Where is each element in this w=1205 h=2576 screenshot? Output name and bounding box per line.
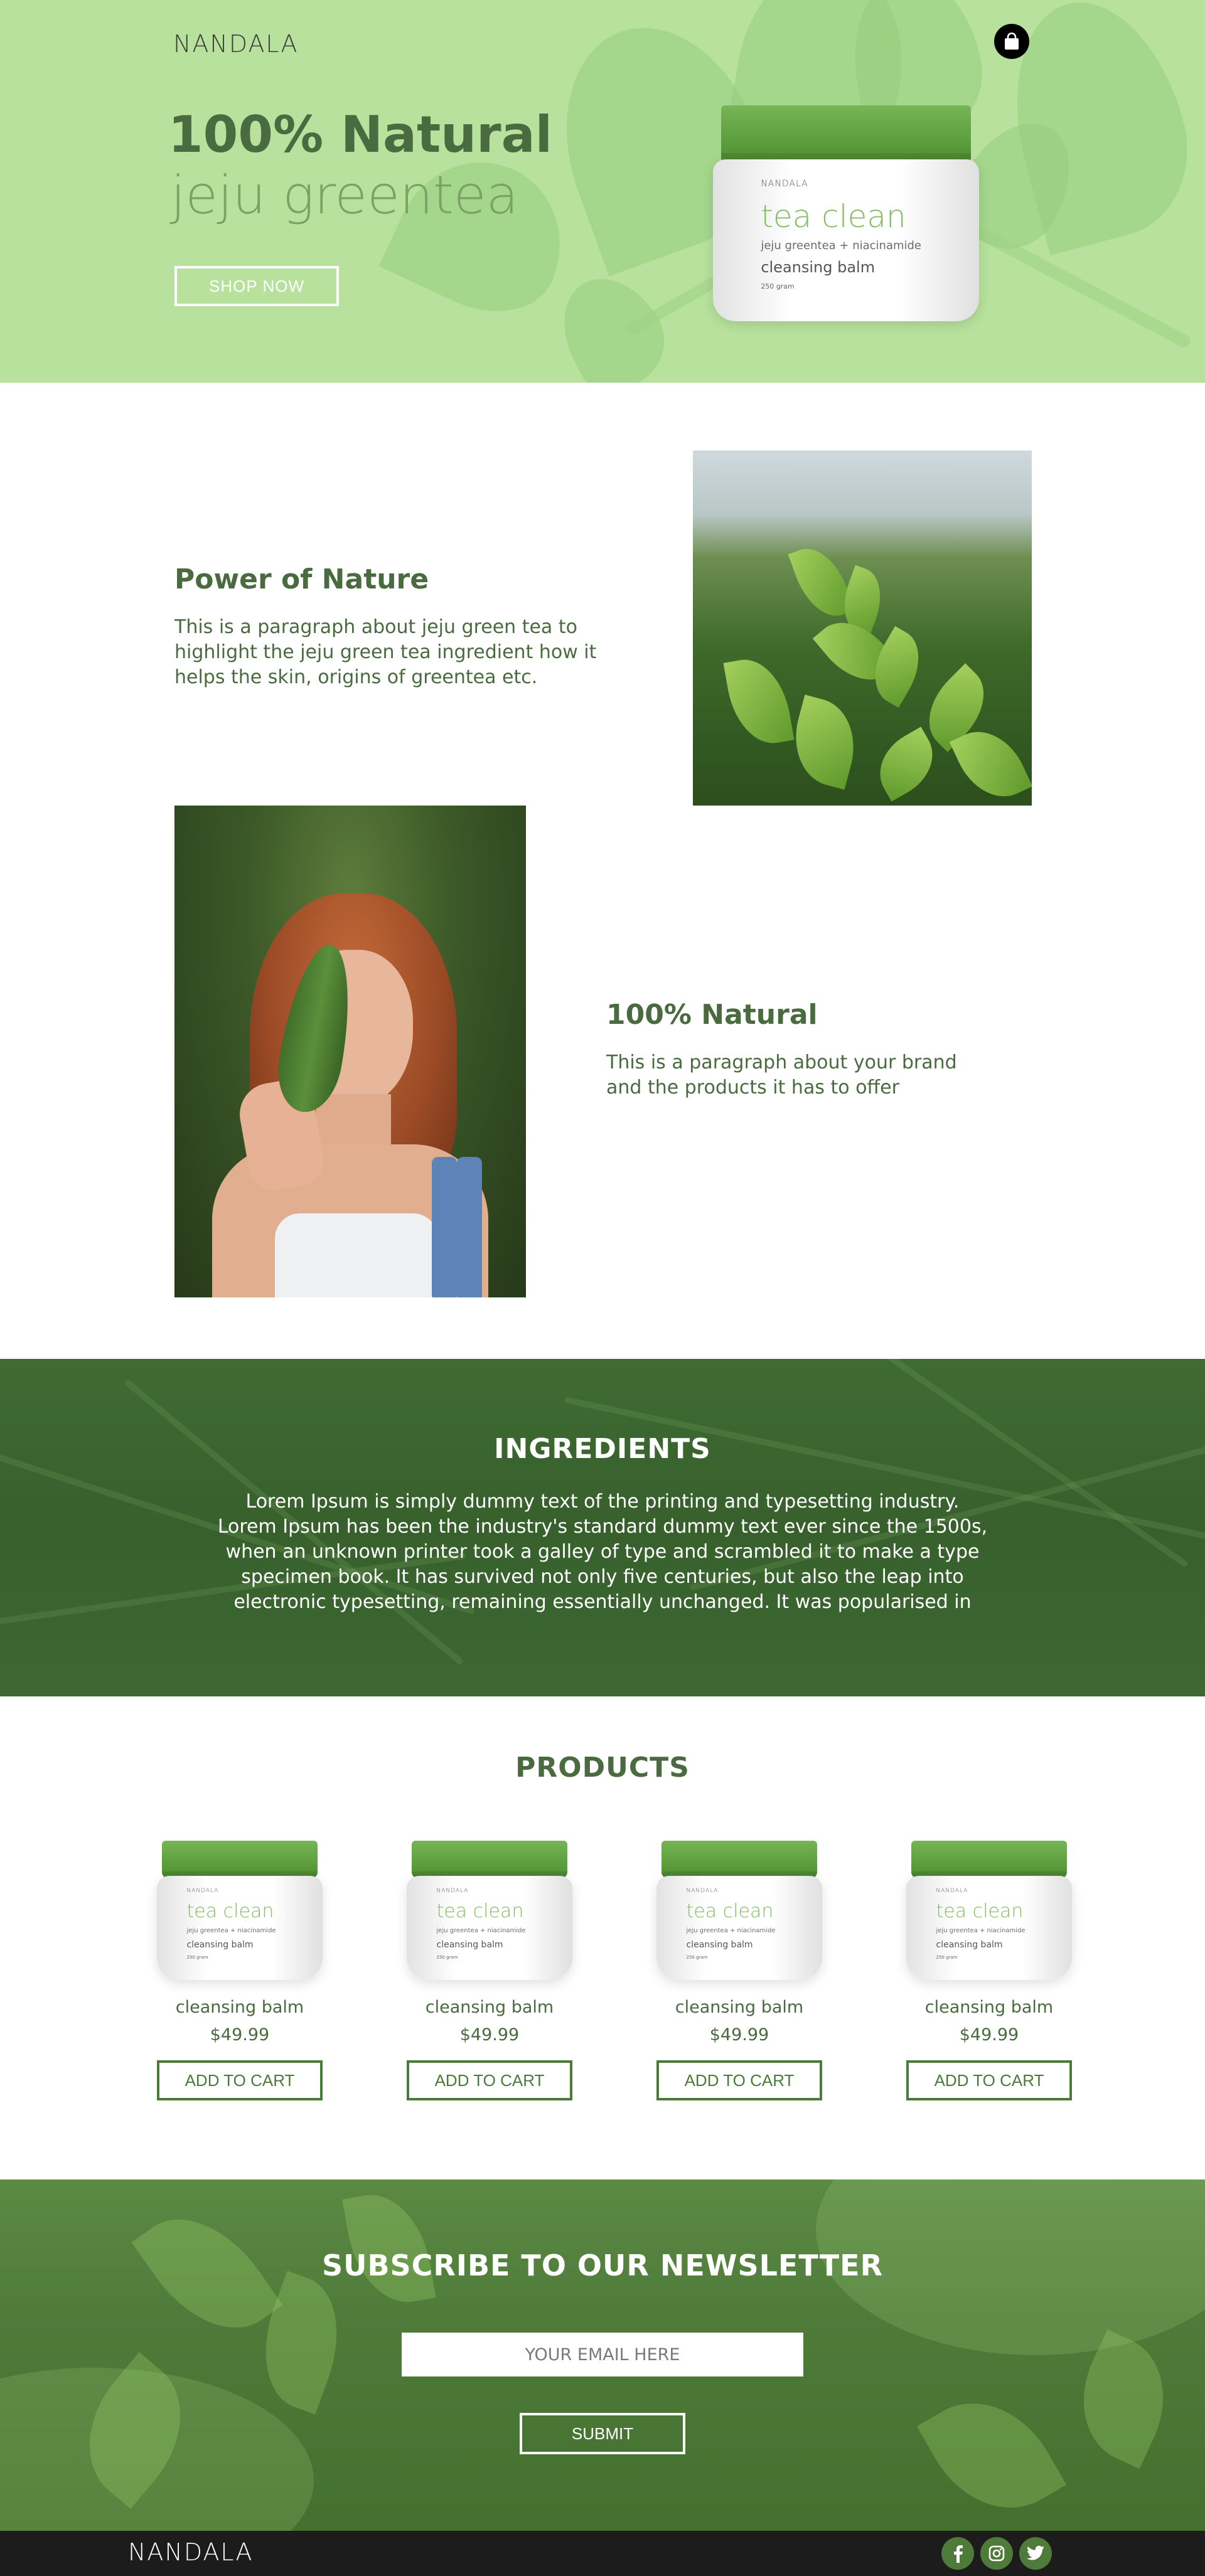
footer-logo[interactable]: NANDALA	[128, 2538, 253, 2566]
products-heading: PRODUCTS	[515, 1752, 690, 1784]
product-price: $49.99	[959, 2025, 1019, 2045]
shopping-bag-icon	[1005, 33, 1019, 50]
jar-brand: NANDALA	[761, 178, 808, 189]
feature-text: This is a paragraph about your brand and…	[606, 1051, 957, 1099]
woman-with-leaf-photo	[174, 806, 526, 1297]
product-price: $49.99	[459, 2025, 520, 2045]
facebook-icon	[954, 2545, 963, 2563]
add-to-cart-button[interactable]: ADD TO CART	[656, 2060, 822, 2100]
newsletter-section: SUBSCRIBE TO OUR NEWSLETTER SUBMIT	[0, 2179, 1205, 2531]
product-jar[interactable]: NANDALA tea clean jeju greentea + niacin…	[906, 1841, 1072, 1980]
newsletter-heading: SUBSCRIBE TO OUR NEWSLETTER	[321, 2249, 884, 2282]
product-name[interactable]: cleansing balm	[906, 1998, 1072, 2017]
product-card: NANDALA tea clean jeju greentea + niacin…	[157, 1841, 323, 2100]
product-card: NANDALA tea clean jeju greentea + niacin…	[906, 1841, 1072, 2100]
add-to-cart-button[interactable]: ADD TO CART	[407, 2060, 572, 2100]
product-name[interactable]: cleansing balm	[656, 1998, 822, 2017]
instagram-link[interactable]	[980, 2537, 1013, 2570]
hero-subtitle: jeju greentea	[171, 164, 519, 226]
feature-title: 100% Natural	[606, 999, 818, 1031]
feature-text: This is a paragraph about jeju green tea…	[174, 616, 597, 688]
hero-section: NANDALA 100% Natural jeju greentea SHOP …	[0, 0, 1205, 383]
decorative-leaf	[543, 260, 681, 383]
product-jar[interactable]: NANDALA tea clean jeju greentea + niacin…	[407, 1841, 572, 1980]
hero-product-jar: NANDALA tea clean jeju greentea + niacin…	[713, 105, 979, 321]
jar-product-type: cleansing balm	[761, 258, 876, 277]
brand-logo[interactable]: NANDALA	[173, 30, 298, 58]
ingredients-text: Lorem Ipsum is simply dummy text of the …	[217, 1491, 988, 1613]
hero-title: 100% Natural	[168, 105, 552, 164]
twitter-link[interactable]	[1019, 2537, 1052, 2570]
ingredients-heading: INGREDIENTS	[494, 1433, 711, 1465]
tea-leaves-photo	[693, 450, 1032, 806]
email-input[interactable]	[402, 2333, 803, 2376]
facebook-link[interactable]	[941, 2537, 974, 2570]
add-to-cart-button[interactable]: ADD TO CART	[906, 2060, 1072, 2100]
footer: NANDALA	[0, 2531, 1205, 2576]
product-card: NANDALA tea clean jeju greentea + niacin…	[407, 1841, 572, 2100]
jar-weight: 250 gram	[761, 282, 795, 291]
product-name[interactable]: cleansing balm	[157, 1998, 323, 2017]
jar-product-name: tea clean	[761, 198, 906, 235]
jar-ingredients: jeju greentea + niacinamide	[761, 239, 922, 253]
jar-lid	[720, 105, 972, 164]
twitter-icon	[1026, 2545, 1044, 2560]
product-jar[interactable]: NANDALA tea clean jeju greentea + niacin…	[157, 1841, 323, 1980]
product-jar[interactable]: NANDALA tea clean jeju greentea + niacin…	[656, 1841, 822, 1980]
cart-button[interactable]	[994, 24, 1029, 59]
feature-title: Power of Nature	[174, 563, 429, 595]
add-to-cart-button[interactable]: ADD TO CART	[157, 2060, 323, 2100]
product-card: NANDALA tea clean jeju greentea + niacin…	[656, 1841, 822, 2100]
shop-now-button[interactable]: SHOP NOW	[174, 266, 339, 306]
product-price: $49.99	[709, 2025, 769, 2045]
instagram-icon	[988, 2545, 1005, 2562]
product-name[interactable]: cleansing balm	[407, 1998, 572, 2017]
submit-button[interactable]: SUBMIT	[520, 2413, 685, 2454]
ingredients-section: INGREDIENTS Lorem Ipsum is simply dummy …	[0, 1359, 1205, 1696]
product-price: $49.99	[210, 2025, 270, 2045]
